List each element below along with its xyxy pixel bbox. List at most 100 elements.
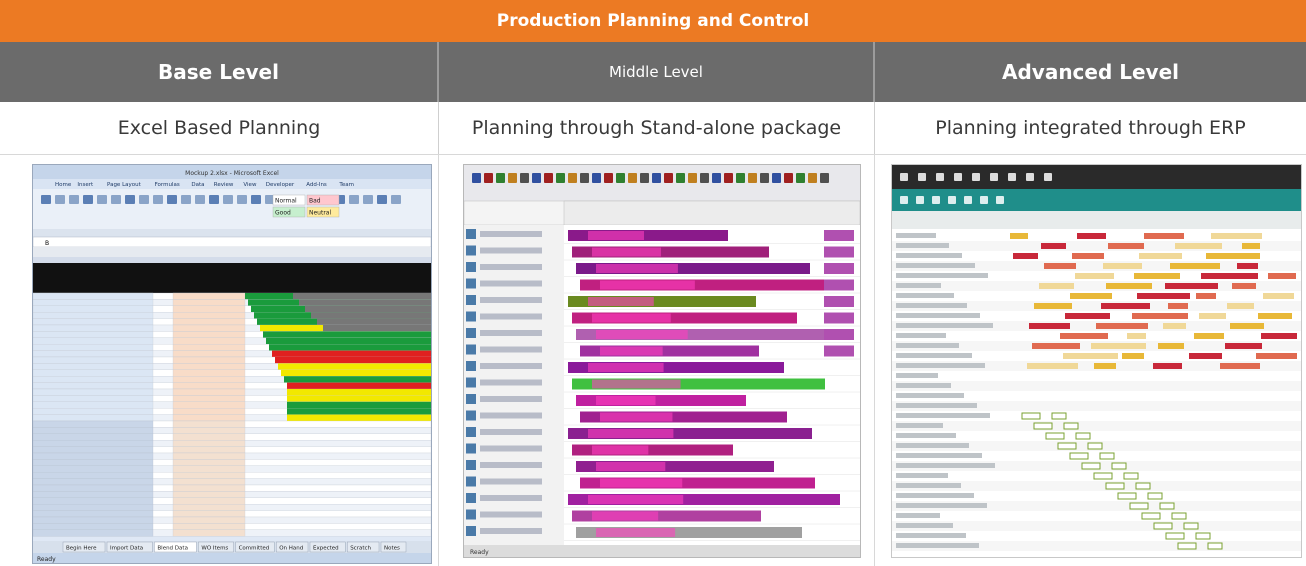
erp-row[interactable] xyxy=(892,371,1301,381)
excel-ribbon-tab[interactable]: View xyxy=(243,182,257,188)
erp-menu-icon[interactable] xyxy=(948,196,956,204)
erp-bar-outline[interactable] xyxy=(1087,442,1103,450)
toolbar-icon[interactable] xyxy=(544,173,553,183)
ribbon-icon[interactable] xyxy=(111,195,121,204)
erp-bar[interactable] xyxy=(1010,233,1028,239)
erp-bar-outline[interactable] xyxy=(1207,542,1223,550)
toolbar-icon[interactable] xyxy=(484,173,493,183)
toolbar-icon[interactable] xyxy=(556,173,565,183)
erp-bar[interactable] xyxy=(1258,313,1292,319)
erp-bar-outline[interactable] xyxy=(1081,462,1101,470)
erp-bar-outline[interactable] xyxy=(1051,412,1067,420)
toolbar-icon[interactable] xyxy=(532,173,541,183)
gantt-bar-right[interactable] xyxy=(824,263,854,274)
excel-ribbon-tab[interactable]: Add-Ins xyxy=(306,182,327,188)
toolbar-icon[interactable] xyxy=(772,173,781,183)
erp-bar[interactable] xyxy=(1168,303,1188,309)
erp-toolbar-icon[interactable] xyxy=(900,173,908,181)
erp-bar-outline[interactable] xyxy=(1159,502,1175,510)
erp-bar[interactable] xyxy=(1101,303,1150,309)
toolbar-icon[interactable] xyxy=(628,173,637,183)
erp-bar[interactable] xyxy=(1189,353,1222,359)
erp-bar-outline[interactable] xyxy=(1111,462,1127,470)
gantt-bar-right[interactable] xyxy=(824,246,854,258)
erp-bar-outline[interactable] xyxy=(1117,492,1137,500)
ribbon-icon[interactable] xyxy=(55,195,65,204)
toolbar-icon[interactable] xyxy=(712,173,721,183)
erp-bar-outline[interactable] xyxy=(1099,452,1115,460)
erp-bar[interactable] xyxy=(1165,283,1218,289)
erp-row[interactable] xyxy=(892,511,1301,521)
excel-name-box[interactable]: B xyxy=(45,240,49,247)
ribbon-icon[interactable] xyxy=(167,195,177,204)
erp-bar-outline[interactable] xyxy=(1129,502,1149,510)
erp-bar-outline[interactable] xyxy=(1063,422,1079,430)
erp-bar[interactable] xyxy=(1108,243,1144,249)
erp-bar[interactable] xyxy=(1263,293,1294,299)
erp-bar[interactable] xyxy=(1044,263,1076,269)
erp-toolbar-icon[interactable] xyxy=(990,173,998,181)
erp-bar[interactable] xyxy=(1242,243,1260,249)
erp-bar[interactable] xyxy=(1199,313,1226,319)
erp-bar[interactable] xyxy=(1196,293,1216,299)
ribbon-icon[interactable] xyxy=(125,195,135,204)
toolbar-icon[interactable] xyxy=(508,173,517,183)
gantt-bar-right[interactable] xyxy=(824,279,854,291)
ribbon-icon[interactable] xyxy=(391,195,401,204)
ribbon-icon[interactable] xyxy=(83,195,93,204)
erp-bar[interactable] xyxy=(1091,343,1146,349)
erp-bar[interactable] xyxy=(1237,263,1258,269)
erp-bar[interactable] xyxy=(1075,273,1114,279)
gantt-bar-right[interactable] xyxy=(824,230,854,241)
erp-bar[interactable] xyxy=(1103,263,1142,269)
excel-ribbon-tab[interactable]: Home xyxy=(55,182,72,188)
erp-toolbar-icon[interactable] xyxy=(972,173,980,181)
erp-bar[interactable] xyxy=(1039,283,1074,289)
erp-bar-outline[interactable] xyxy=(1141,512,1161,520)
ribbon-icon[interactable] xyxy=(209,195,219,204)
erp-bar[interactable] xyxy=(1060,333,1108,339)
erp-bar-outline[interactable] xyxy=(1195,532,1211,540)
toolbar-icon[interactable] xyxy=(520,173,529,183)
erp-bar[interactable] xyxy=(1211,233,1262,239)
erp-menu-icon[interactable] xyxy=(980,196,988,204)
erp-bar-outline[interactable] xyxy=(1147,492,1163,500)
erp-bar[interactable] xyxy=(1094,363,1116,369)
ribbon-icon[interactable] xyxy=(69,195,79,204)
erp-bar[interactable] xyxy=(1065,313,1110,319)
excel-ribbon-tab[interactable]: Page Layout xyxy=(107,182,142,188)
erp-bar[interactable] xyxy=(1137,293,1190,299)
erp-bar[interactable] xyxy=(1077,233,1106,239)
excel-ribbon-tab[interactable]: Developer xyxy=(266,182,295,188)
erp-bar[interactable] xyxy=(1122,353,1144,359)
erp-bar[interactable] xyxy=(1106,283,1152,289)
erp-bar[interactable] xyxy=(1127,333,1146,339)
gantt-bar-right[interactable] xyxy=(824,345,854,357)
erp-bar[interactable] xyxy=(1225,343,1262,349)
erp-menu-icon[interactable] xyxy=(900,196,908,204)
erp-bar[interactable] xyxy=(1029,323,1070,329)
ribbon-icon[interactable] xyxy=(195,195,205,204)
excel-ribbon-tab[interactable]: Team xyxy=(338,182,354,188)
ribbon-icon[interactable] xyxy=(181,195,191,204)
erp-bar[interactable] xyxy=(1070,293,1112,299)
erp-bar-outline[interactable] xyxy=(1033,422,1053,430)
erp-bar[interactable] xyxy=(1232,283,1256,289)
erp-bar[interactable] xyxy=(1134,273,1180,279)
erp-bar[interactable] xyxy=(1072,253,1104,259)
toolbar-icon[interactable] xyxy=(724,173,733,183)
toolbar-icon[interactable] xyxy=(472,173,481,183)
toolbar-icon[interactable] xyxy=(580,173,589,183)
ribbon-icon[interactable] xyxy=(223,195,233,204)
toolbar-icon[interactable] xyxy=(748,173,757,183)
erp-row[interactable] xyxy=(892,521,1301,531)
erp-bar[interactable] xyxy=(1230,323,1264,329)
toolbar-icon[interactable] xyxy=(676,173,685,183)
erp-bar[interactable] xyxy=(1153,363,1182,369)
excel-ribbon-tab[interactable]: Formulas xyxy=(155,182,180,188)
toolbar-icon[interactable] xyxy=(640,173,649,183)
erp-menu-icon[interactable] xyxy=(964,196,972,204)
erp-bar[interactable] xyxy=(1063,353,1118,359)
toolbar-icon[interactable] xyxy=(592,173,601,183)
erp-toolbar-icon[interactable] xyxy=(1008,173,1016,181)
